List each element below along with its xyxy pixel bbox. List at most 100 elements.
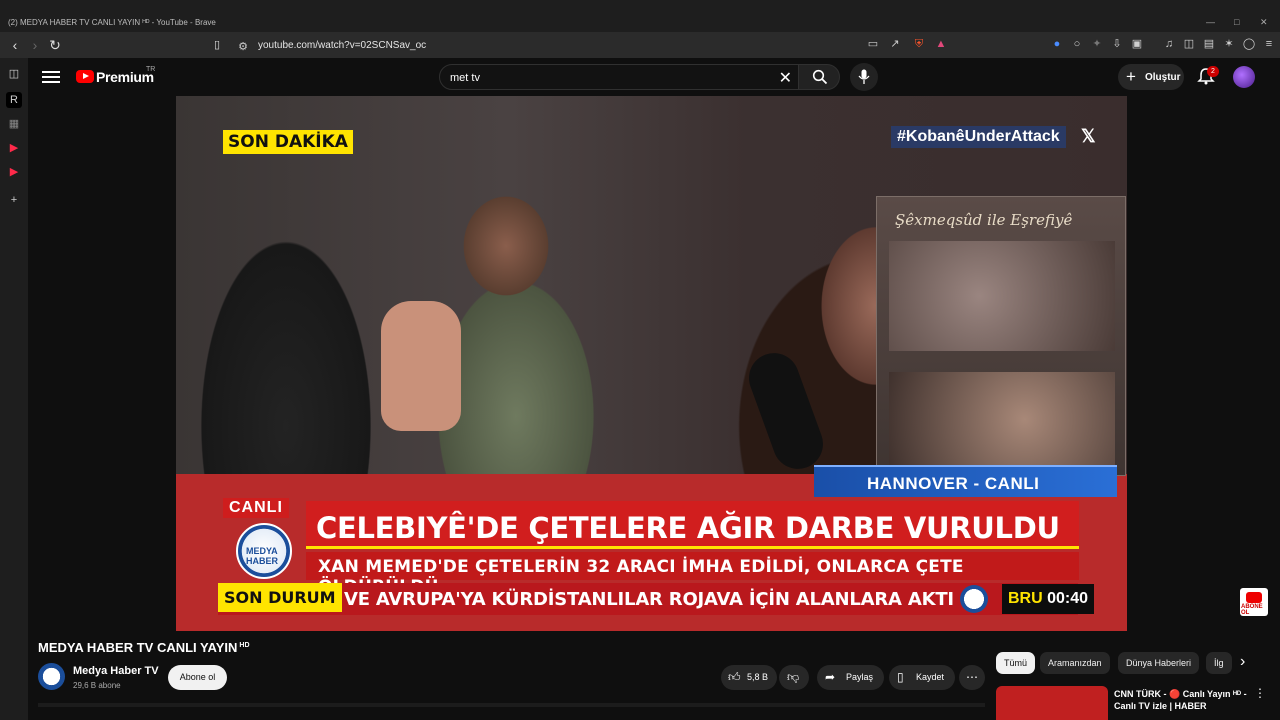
minimize-icon[interactable]: — <box>1206 17 1215 27</box>
dislike-button[interactable]: 👎︎ <box>779 665 809 690</box>
more-options-icon[interactable]: ⋮ <box>1254 686 1266 700</box>
protest-poster: Şêxmeqsûd ile Eşrefiyê <box>876 196 1126 476</box>
wallet-icon[interactable]: ▤ <box>1202 37 1216 51</box>
chevron-right-icon[interactable]: › <box>1240 653 1245 671</box>
chip-related[interactable]: İlg <box>1206 652 1232 674</box>
search-button[interactable] <box>798 64 840 90</box>
video-title-text: MEDYA HABER TV CANLI YAYIN <box>38 640 238 655</box>
share-page-icon[interactable]: ↗ <box>888 37 902 51</box>
sidebar-toggle-icon[interactable]: ◫ <box>1182 37 1196 51</box>
channel-name[interactable]: Medya Haber TV <box>73 665 159 677</box>
notification-count-badge: 2 <box>1207 66 1219 77</box>
medya-haber-mini-logo <box>960 585 988 613</box>
chip-from-search[interactable]: Aramanızdan <box>1040 652 1110 674</box>
more-actions-icon[interactable]: ⋯ <box>959 665 985 690</box>
main-menu-icon[interactable]: ≡ <box>1262 37 1276 51</box>
news-ticker: SON DURUM VE AVRUPA'YA KÜRDİSTANLILAR RO… <box>218 583 1078 615</box>
poster-text: Şêxmeqsûd ile Eşrefiyê <box>895 211 1073 229</box>
live-tag: CANLI <box>223 498 289 518</box>
microphone-icon <box>858 69 870 84</box>
share-icon: ➦ <box>825 670 836 684</box>
location-banner: HANNOVER - CANLI <box>814 465 1117 497</box>
sidebar-panel-icon[interactable]: ◫ <box>6 66 22 82</box>
back-icon[interactable]: ‹ <box>6 36 24 54</box>
headline-text: CELEBIYÊ'DE ÇETELERE AĞIR DARBE VURULDU <box>316 511 1060 545</box>
youtube-header: Premium TR met tv ✕ + Oluştur 2 <box>28 58 1280 96</box>
clear-search-icon[interactable]: ✕ <box>779 68 792 88</box>
poster-photo <box>889 372 1115 467</box>
reporter-microphone <box>741 346 831 476</box>
peace-sign-hand <box>381 301 461 431</box>
close-window-icon[interactable]: ✕ <box>1260 17 1268 28</box>
create-label: Oluştur <box>1145 72 1181 83</box>
search-icon <box>812 69 828 85</box>
forward-icon[interactable]: › <box>26 36 44 54</box>
like-button[interactable]: 👍︎ 5,8 B <box>721 665 777 690</box>
youtube-logo-icon[interactable] <box>76 70 94 83</box>
search-input[interactable]: met tv ✕ <box>439 64 799 90</box>
cast-icon[interactable]: ▭ <box>866 37 880 51</box>
subscribe-watermark-text: ABONE OL <box>1241 604 1263 616</box>
location-text: HANNOVER - CANLI <box>867 474 1040 493</box>
extension-icon[interactable]: ○ <box>1070 37 1084 51</box>
brave-rewards-icon[interactable]: ▲ <box>934 37 948 51</box>
breaking-news-tag: SON DAKİKA <box>223 130 353 154</box>
vpn-icon[interactable]: ◯ <box>1242 37 1256 51</box>
browser-toolbar: ‹ › ↻ ▯ ⚙ youtube.com/watch?v=02SCNSav_o… <box>0 32 1280 58</box>
clock-timezone: BRU <box>1008 590 1043 607</box>
thumbs-up-icon: 👍︎ <box>728 670 741 684</box>
youtube-icon[interactable]: ▶ <box>6 140 22 156</box>
address-bar[interactable]: ⚙ youtube.com/watch?v=02SCNSav_oc <box>230 35 960 55</box>
description-box[interactable] <box>38 703 985 707</box>
headline-bar: CELEBIYÊ'DE ÇETELERE AĞIR DARBE VURULDU <box>306 501 1079 549</box>
video-title: MEDYA HABER TV CANLI YAYIN HD <box>38 640 250 655</box>
subscriber-count: 29,6 B abone <box>73 681 121 690</box>
ticker-text: VE AVRUPA'YA KÜRDİSTANLILAR ROJAVA İÇİN … <box>344 589 954 610</box>
voice-search-button[interactable] <box>850 63 878 91</box>
save-button[interactable]: ▯ Kaydet <box>889 665 955 690</box>
puzzle-icon[interactable]: ✦ <box>1090 37 1104 51</box>
media-icon[interactable]: ♫ <box>1162 37 1176 51</box>
save-label: Kaydet <box>916 672 945 682</box>
region-label: TR <box>146 66 156 73</box>
create-button[interactable]: + Oluştur <box>1118 64 1184 90</box>
share-button[interactable]: ➦ Paylaş <box>817 665 884 690</box>
subscribe-watermark[interactable]: ABONE OL <box>1240 588 1268 616</box>
account-avatar[interactable] <box>1233 66 1255 88</box>
browser-sidebar: ◫ R ▦ ▶ ▶ + <box>0 58 28 720</box>
recommended-title[interactable]: CNN TÜRK - 🔴 Canlı Yayın ᴴᴰ - Canlı TV i… <box>1114 688 1249 712</box>
reload-icon[interactable]: ↻ <box>46 36 64 54</box>
chip-world-news[interactable]: Dünya Haberleri <box>1118 652 1200 674</box>
share-label: Paylaş <box>846 672 874 682</box>
app-icon[interactable]: R <box>6 92 22 108</box>
add-icon[interactable]: + <box>6 192 22 208</box>
channel-avatar[interactable] <box>38 663 65 690</box>
logo-text: MEDYA HABER <box>246 546 279 566</box>
chip-all[interactable]: Tümü <box>996 652 1036 674</box>
bookmark-icon[interactable]: ▯ <box>208 36 226 54</box>
clock-time: 00:40 <box>1047 590 1089 607</box>
maximize-icon[interactable]: □ <box>1234 17 1239 27</box>
url-text: youtube.com/watch?v=02SCNSav_oc <box>258 40 427 51</box>
subscribe-button[interactable]: Abone ol <box>168 665 227 690</box>
bookmark-save-icon: ▯ <box>897 670 904 684</box>
screenshot-icon[interactable]: ▣ <box>1130 37 1144 51</box>
hamburger-menu-icon[interactable] <box>42 68 60 86</box>
app-icon[interactable]: ▦ <box>6 116 22 132</box>
video-player[interactable]: Şêxmeqsûd ile Eşrefiyê SON DAKİKA #Koban… <box>176 96 1127 631</box>
hd-badge: HD <box>239 641 250 649</box>
window-title: (2) MEDYA HABER TV CANLI YAYIN ᴴᴰ - YouT… <box>8 18 216 27</box>
leo-ai-icon[interactable]: ✶ <box>1222 37 1236 51</box>
site-info-icon[interactable]: ⚙ <box>236 40 250 54</box>
like-count: 5,8 B <box>747 672 769 682</box>
youtube-icon[interactable]: ▶ <box>6 164 22 180</box>
brave-shields-icon[interactable]: ⛨ <box>912 37 926 51</box>
search-query: met tv <box>450 72 480 84</box>
subheadline-bar: XAN MEMED'DE ÇETELERİN 32 ARACI İMHA EDİ… <box>306 552 1079 597</box>
x-logo-icon: 𝕏 <box>1081 126 1096 146</box>
plus-icon: + <box>1126 67 1136 86</box>
download-icon[interactable]: ⇩ <box>1110 37 1124 51</box>
extension-icon[interactable]: ● <box>1050 37 1064 51</box>
broadcast-clock: BRU 00:40 <box>1002 584 1095 614</box>
recommended-thumbnail[interactable] <box>996 686 1108 720</box>
